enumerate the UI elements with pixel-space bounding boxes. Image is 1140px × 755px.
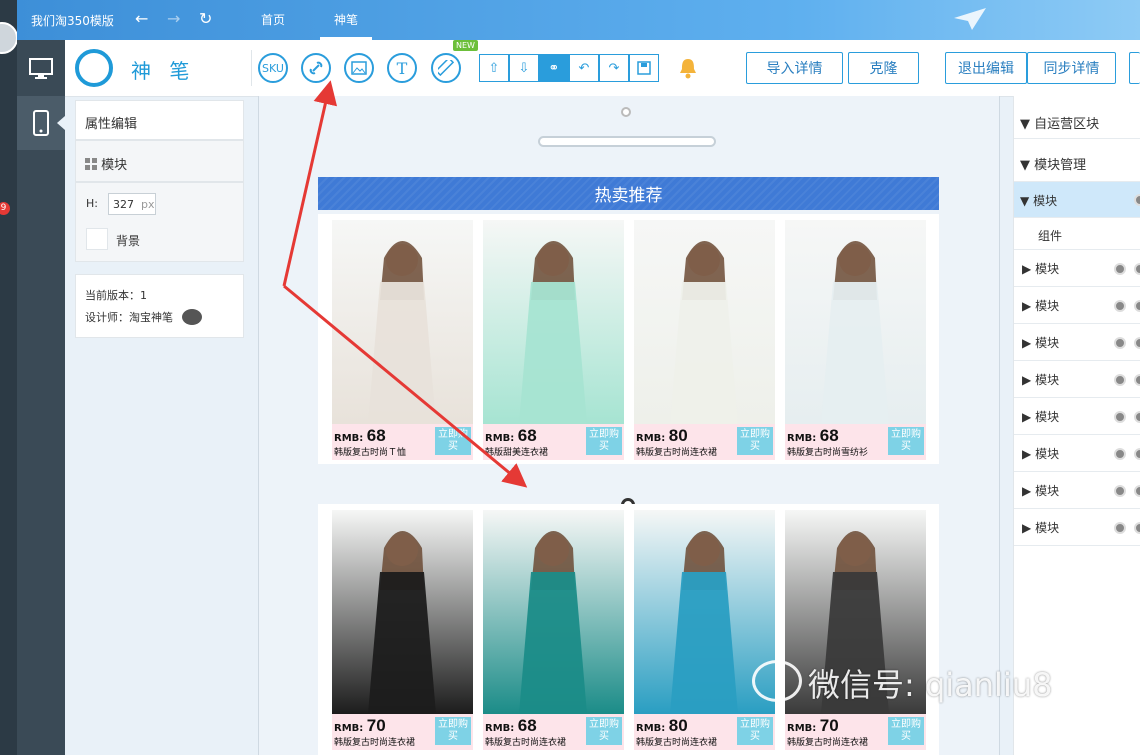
watermark-text: 微信号: qianliu8: [808, 666, 1053, 704]
annotation-arrows: [282, 80, 528, 488]
wechat-icon: [752, 660, 802, 702]
arrow-to-link-icon: [282, 80, 338, 287]
arrow-to-product-grid: [283, 284, 528, 488]
watermark: 微信号: qianliu8: [752, 660, 1052, 706]
